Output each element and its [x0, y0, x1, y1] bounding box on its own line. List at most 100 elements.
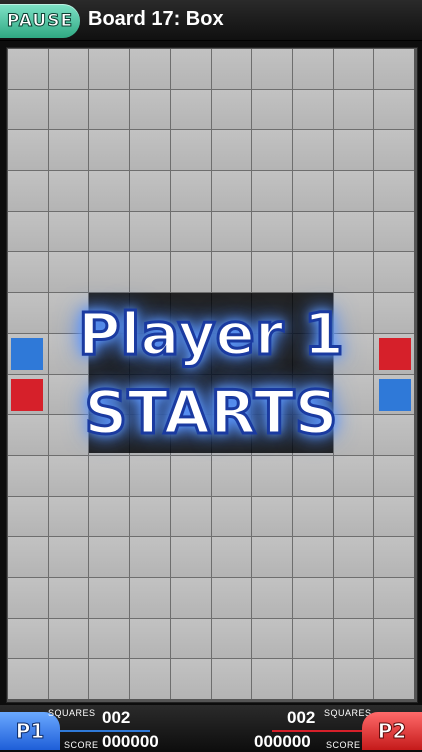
board-cell[interactable] [48, 49, 89, 89]
board-cell[interactable] [170, 618, 211, 659]
board-cell[interactable] [89, 252, 130, 293]
board-cell[interactable] [374, 659, 414, 699]
board-cell[interactable] [48, 577, 89, 618]
board-cell[interactable] [89, 577, 130, 618]
board-cell[interactable] [292, 496, 333, 537]
board-cell[interactable] [48, 252, 89, 293]
board-cell[interactable] [252, 496, 292, 537]
board-cell[interactable] [374, 130, 414, 171]
board-cell[interactable] [130, 455, 170, 496]
board-cell[interactable] [252, 537, 292, 577]
board-cell[interactable] [252, 89, 292, 130]
board-cell[interactable] [89, 496, 130, 537]
board-cell[interactable] [170, 252, 211, 293]
board-cell[interactable] [89, 89, 130, 130]
board-cell[interactable] [170, 537, 211, 577]
board-cell[interactable] [130, 496, 170, 537]
board-cell[interactable] [170, 211, 211, 252]
board-cell[interactable] [8, 211, 48, 252]
board-cell[interactable] [374, 618, 414, 659]
board-cell[interactable] [170, 455, 211, 496]
board-cell[interactable] [252, 171, 292, 211]
board-cell[interactable] [374, 496, 414, 537]
board-cell[interactable] [333, 618, 374, 659]
board-cell[interactable] [89, 130, 130, 171]
board-cell[interactable] [374, 49, 414, 89]
board-cell[interactable] [292, 659, 333, 699]
board-cell[interactable] [89, 455, 130, 496]
board-cell[interactable] [130, 130, 170, 171]
board-cell[interactable] [89, 211, 130, 252]
board-cell[interactable] [130, 252, 170, 293]
board-cell[interactable] [252, 252, 292, 293]
board-cell[interactable] [374, 537, 414, 577]
board-cell[interactable] [8, 89, 48, 130]
board-cell[interactable] [333, 211, 374, 252]
board-cell[interactable] [8, 577, 48, 618]
board-cell[interactable] [8, 171, 48, 211]
board-cell[interactable] [292, 537, 333, 577]
board-cell[interactable] [211, 496, 252, 537]
board-cell[interactable] [211, 659, 252, 699]
board-cell[interactable] [292, 618, 333, 659]
board-cell[interactable] [292, 49, 333, 89]
board-cell[interactable] [374, 455, 414, 496]
pause-button[interactable]: PAUSE [0, 4, 80, 38]
board-cell[interactable] [292, 89, 333, 130]
board-cell[interactable] [252, 49, 292, 89]
board-cell[interactable] [292, 577, 333, 618]
board-cell[interactable] [130, 171, 170, 211]
board-cell[interactable] [130, 49, 170, 89]
board-cell[interactable] [8, 252, 48, 293]
board-cell[interactable] [333, 49, 374, 89]
board-cell[interactable] [211, 171, 252, 211]
board-cell[interactable] [374, 89, 414, 130]
board-cell[interactable] [8, 49, 48, 89]
board-cell[interactable] [252, 577, 292, 618]
board-cell[interactable] [333, 130, 374, 171]
board-cell[interactable] [211, 252, 252, 293]
board-cell[interactable] [292, 171, 333, 211]
board-cell[interactable] [89, 659, 130, 699]
board-cell[interactable] [8, 455, 48, 496]
board-cell[interactable] [333, 659, 374, 699]
board-cell[interactable] [130, 618, 170, 659]
board-cell[interactable] [130, 89, 170, 130]
board-cell[interactable] [252, 659, 292, 699]
board-cell[interactable] [211, 455, 252, 496]
board-cell[interactable] [170, 171, 211, 211]
board-cell[interactable] [211, 537, 252, 577]
board-cell[interactable] [8, 618, 48, 659]
board-cell[interactable] [89, 618, 130, 659]
board-cell[interactable] [374, 211, 414, 252]
board-cell[interactable] [48, 171, 89, 211]
board-cell[interactable] [333, 537, 374, 577]
board-cell[interactable] [48, 211, 89, 252]
board-cell[interactable] [252, 455, 292, 496]
board-cell[interactable] [8, 537, 48, 577]
board-cell[interactable] [170, 577, 211, 618]
board-cell[interactable] [48, 618, 89, 659]
board-cell[interactable] [89, 171, 130, 211]
board-cell[interactable] [374, 171, 414, 211]
board-cell[interactable] [48, 537, 89, 577]
board-cell[interactable] [211, 49, 252, 89]
board-cell[interactable] [48, 455, 89, 496]
board-cell[interactable] [333, 496, 374, 537]
board-cell[interactable] [211, 211, 252, 252]
board-cell[interactable] [170, 49, 211, 89]
board-cell[interactable] [170, 130, 211, 171]
board-cell[interactable] [130, 577, 170, 618]
board-cell[interactable] [89, 537, 130, 577]
board-cell[interactable] [292, 455, 333, 496]
board-cell[interactable] [252, 130, 292, 171]
board-cell[interactable] [292, 252, 333, 293]
board-cell[interactable] [8, 496, 48, 537]
board-cell[interactable] [8, 659, 48, 699]
board-cell[interactable] [252, 211, 292, 252]
board-cell[interactable] [333, 455, 374, 496]
board-cell[interactable] [292, 211, 333, 252]
board-cell[interactable] [333, 252, 374, 293]
board-cell[interactable] [130, 537, 170, 577]
board-cell[interactable] [333, 171, 374, 211]
